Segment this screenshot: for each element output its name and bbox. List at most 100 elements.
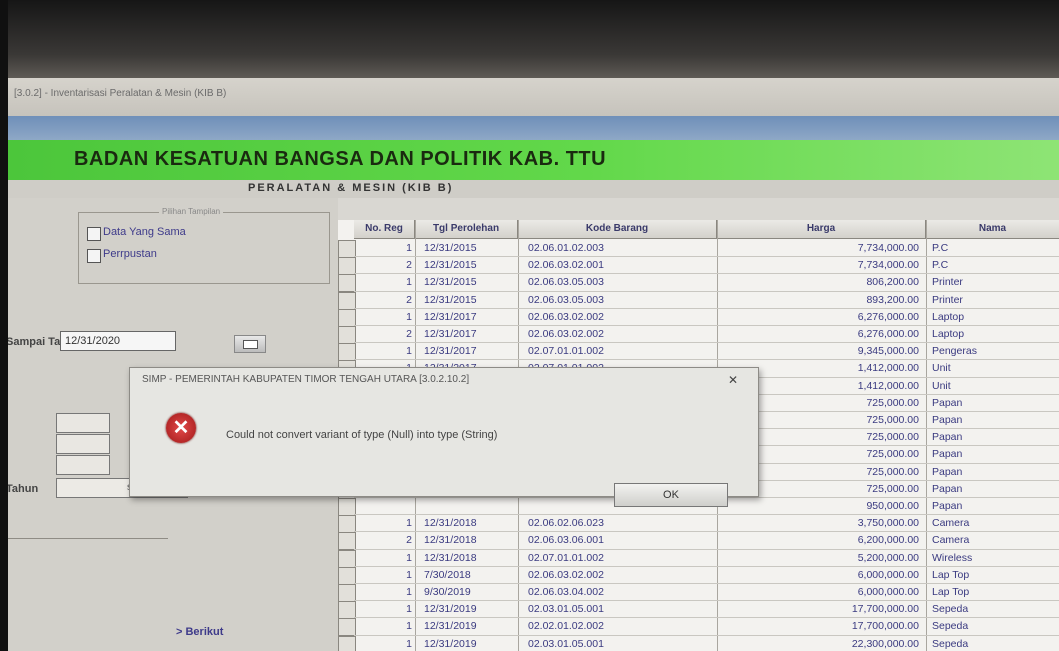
row-divider — [354, 342, 1059, 344]
cell-harga: 6,200,000.00 — [857, 534, 919, 547]
row-divider — [354, 307, 1059, 309]
cell-harga: 806,200.00 — [866, 276, 919, 289]
monitor-bezel — [8, 0, 1059, 78]
cell-kode: 02.06.03.04.002 — [528, 586, 604, 598]
cell-kode: 02.03.01.05.001 — [528, 637, 604, 650]
cell-no: 2 — [406, 293, 412, 306]
col-header-noreg[interactable]: No. Reg — [354, 220, 415, 239]
cell-nama: Papan — [932, 431, 963, 444]
error-icon: ✕ — [166, 413, 196, 443]
cell-nama: Papan — [932, 500, 963, 512]
checkbox-perpustakaan[interactable] — [87, 249, 101, 263]
row-selector[interactable] — [338, 635, 356, 651]
cell-no: 1 — [406, 637, 412, 650]
cell-harga: 9,345,000.00 — [857, 345, 919, 358]
col-divider — [926, 220, 927, 651]
error-icon-glyph: ✕ — [172, 417, 190, 439]
row-divider — [354, 548, 1059, 550]
cell-no: 2 — [406, 328, 412, 340]
cell-tgl: 12/31/2019 — [424, 637, 477, 650]
filter-groupbox: Pilihan Tampilan Data Yang Sama Perrpust… — [78, 207, 330, 284]
cell-tgl: 12/31/2015 — [424, 259, 477, 272]
cell-no: 1 — [406, 276, 412, 289]
cell-kode: 02.06.03.06.001 — [528, 534, 604, 547]
cell-nama: P.C — [932, 242, 949, 254]
cell-tgl: 12/31/2018 — [424, 534, 477, 547]
cell-harga: 22,300,000.00 — [851, 637, 919, 650]
cell-nama: Lap Top — [932, 568, 970, 581]
calendar-button[interactable] — [234, 335, 266, 353]
cell-nama: Printer — [932, 276, 963, 289]
cell-nama: Papan — [932, 465, 963, 478]
divider — [8, 538, 168, 539]
cell-nama: Papan — [932, 482, 963, 495]
cell-tgl: 12/31/2017 — [424, 310, 477, 323]
row-divider — [354, 325, 1059, 326]
cell-harga: 3,750,000.00 — [857, 517, 919, 530]
cell-harga: 6,000,000.00 — [857, 568, 919, 581]
cell-harga: 17,700,000.00 — [851, 620, 919, 633]
cell-harga: 893,200.00 — [866, 293, 919, 306]
cell-nama: Unit — [932, 362, 951, 375]
cell-nama: Unit — [932, 379, 951, 392]
cell-harga: 7,734,000.00 — [857, 259, 919, 272]
cell-harga: 6,276,000.00 — [857, 310, 919, 323]
cell-no: 1 — [406, 568, 412, 581]
cell-harga: 6,000,000.00 — [857, 586, 919, 598]
cell-tgl: 9/30/2019 — [424, 586, 471, 598]
side-field-3[interactable] — [56, 455, 110, 475]
window-titlebar: [3.0.2] - Inventarisasi Peralatan & Mesi… — [8, 78, 1059, 116]
cell-kode: 02.06.02.06.023 — [528, 517, 604, 530]
cell-nama: Camera — [932, 517, 970, 530]
row-divider — [354, 359, 1059, 361]
side-field-1[interactable] — [56, 413, 110, 433]
cell-no: 1 — [406, 310, 412, 323]
cell-nama: Printer — [932, 293, 963, 306]
cell-no: 2 — [406, 534, 412, 547]
row-divider — [354, 617, 1059, 619]
cell-tgl: 7/30/2018 — [424, 568, 471, 581]
col-header-harga[interactable]: Harga — [717, 220, 926, 239]
row-divider — [354, 273, 1059, 275]
cell-tgl: 12/31/2017 — [424, 345, 477, 358]
col-header-nama[interactable]: Nama — [926, 220, 1059, 239]
cell-tgl: 12/31/2019 — [424, 603, 477, 616]
cell-nama: Sepeda — [932, 603, 969, 616]
cell-kode: 02.06.01.02.003 — [528, 242, 604, 254]
cell-tgl: 12/31/2018 — [424, 551, 477, 564]
cell-no: 1 — [406, 620, 412, 633]
cell-no: 2 — [406, 259, 412, 272]
subtitle-bar: PERALATAN & MESIN (KIB B) — [8, 180, 1059, 198]
cell-nama: Laptop — [932, 310, 965, 323]
ok-button[interactable]: OK — [614, 483, 728, 507]
dialog-close-icon[interactable]: ✕ — [728, 373, 738, 387]
row-divider — [354, 583, 1059, 584]
banner-title: BADAN KESATUAN BANGSA DAN POLITIK KAB. T… — [74, 148, 607, 170]
cell-tgl: 12/31/2015 — [424, 276, 477, 289]
cell-nama: Wireless — [932, 551, 973, 564]
side-field-2[interactable] — [56, 434, 110, 454]
cell-kode: 02.07.01.01.002 — [528, 345, 604, 358]
col-header-tgl[interactable]: Tgl Perolehan — [415, 220, 518, 239]
row-divider — [354, 531, 1059, 533]
page-subtitle: PERALATAN & MESIN (KIB B) — [248, 182, 454, 194]
checkbox-same-data[interactable] — [87, 227, 101, 241]
cell-no: 1 — [406, 517, 412, 530]
col-header-kode[interactable]: Kode Barang — [518, 220, 717, 239]
cell-no: 1 — [406, 345, 412, 358]
cell-nama: Papan — [932, 396, 963, 409]
cell-nama: Laptop — [932, 328, 965, 340]
cell-kode: 02.06.03.05.003 — [528, 276, 604, 289]
window-title: [3.0.2] - Inventarisasi Peralatan & Mesi… — [14, 88, 227, 99]
screen: [3.0.2] - Inventarisasi Peralatan & Mesi… — [8, 0, 1059, 651]
date-input[interactable]: 12/31/2020 — [60, 331, 176, 351]
cell-tgl: 12/31/2017 — [424, 328, 477, 340]
next-button[interactable]: > Berikut — [176, 626, 223, 638]
row-divider — [354, 565, 1059, 567]
cell-nama: Papan — [932, 414, 963, 426]
cell-no: 1 — [406, 603, 412, 616]
error-dialog: SIMP - PEMERINTAH KABUPATEN TIMOR TENGAH… — [129, 367, 759, 507]
cell-tgl: 12/31/2019 — [424, 620, 477, 633]
cell-nama: Papan — [932, 448, 963, 461]
agency-banner: BADAN KESATUAN BANGSA DAN POLITIK KAB. T… — [8, 140, 1059, 180]
